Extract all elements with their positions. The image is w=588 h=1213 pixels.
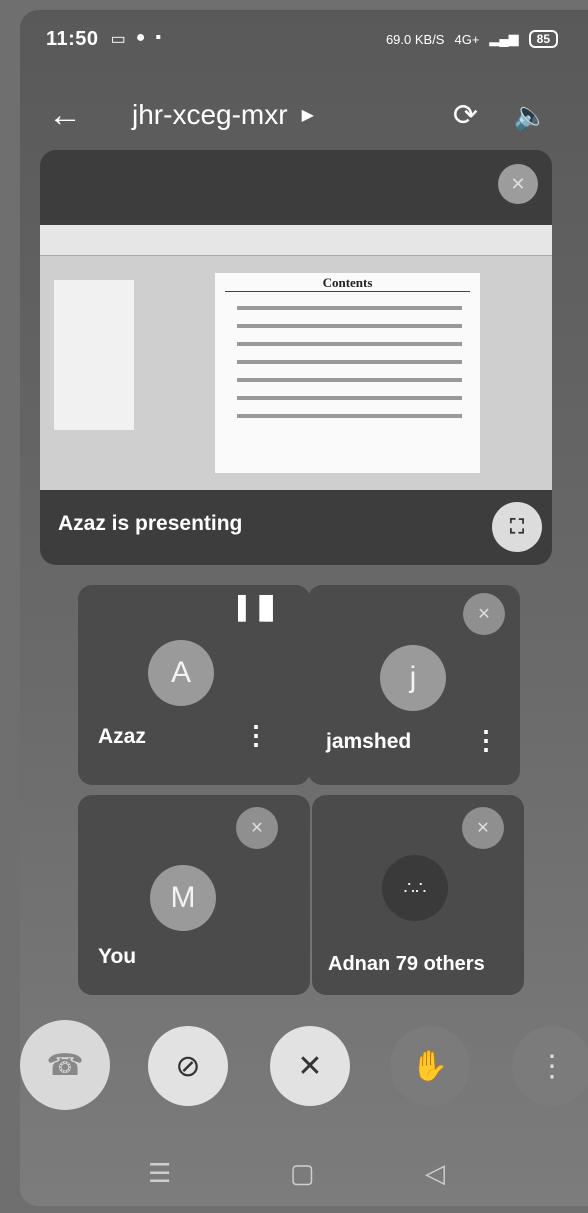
- switch-camera-icon[interactable]: ⟳: [453, 98, 478, 133]
- participant-name: Adnan 79 others: [328, 953, 485, 975]
- more-options-icon[interactable]: ⋮: [473, 725, 499, 756]
- cast-icon: ▭: [110, 31, 126, 48]
- participant-name: jamshed: [326, 730, 412, 753]
- call-controls: ☎ ⊘ ✕ ✋ ⋮: [20, 1020, 588, 1110]
- participant-tile-others[interactable]: ✕ ∴∴ Adnan 79 others: [312, 795, 524, 995]
- back-arrow-icon[interactable]: ←: [48, 96, 82, 135]
- gallery-icon: ▪: [155, 29, 162, 46]
- signal-icon: ▂▄▆: [489, 31, 519, 46]
- speaker-icon[interactable]: 🔈: [513, 99, 548, 132]
- presentation-tile[interactable]: ✕ Contents Azaz is presenting ⛶: [40, 150, 552, 565]
- mic-off-icon: ✕: [463, 593, 505, 635]
- net-speed: 69.0 KB/S: [385, 31, 445, 47]
- avatar: M: [150, 865, 216, 931]
- raise-hand-button[interactable]: ✋: [390, 1026, 470, 1106]
- shared-screen: Contents: [40, 225, 552, 490]
- fullscreen-button[interactable]: ⛶: [492, 502, 542, 552]
- presenting-label: Azaz is presenting: [58, 512, 243, 535]
- more-options-icon[interactable]: ⋮: [243, 720, 269, 751]
- mic-off-button[interactable]: ✕: [270, 1026, 350, 1106]
- end-call-button[interactable]: ☎: [20, 1020, 110, 1110]
- back-icon[interactable]: ◁: [425, 1158, 445, 1189]
- participant-name: Azaz: [98, 725, 146, 748]
- participant-tile-self[interactable]: ✕ M You: [78, 795, 310, 995]
- participant-name: You: [98, 945, 137, 968]
- meeting-code: jhr-xceg-mxr: [132, 99, 288, 130]
- app-menubar: [40, 225, 552, 256]
- group-avatar: ∴∴: [382, 855, 448, 921]
- participant-tile-azaz[interactable]: ▌▐▌ A Azaz ⋮: [78, 585, 310, 785]
- home-icon[interactable]: ▢: [290, 1158, 315, 1189]
- mic-off-icon: ✕: [236, 807, 278, 849]
- avatar: A: [148, 640, 214, 706]
- mic-off-icon: ✕: [498, 164, 538, 204]
- participant-tile-jamshed[interactable]: ✕ j jamshed ⋮: [308, 585, 520, 785]
- mic-off-icon: ✕: [462, 807, 504, 849]
- more-options-button[interactable]: ⋮: [512, 1026, 588, 1106]
- slide-title: Contents: [225, 275, 470, 292]
- recent-apps-icon[interactable]: ☰: [148, 1158, 171, 1189]
- camera-off-button[interactable]: ⊘: [148, 1026, 228, 1106]
- meet-screen: 11:50 ▭ ● ▪ 69.0 KB/S 4G+ ▂▄▆ 85 ← jhr-x…: [20, 10, 588, 1206]
- navigation-pane: [54, 280, 134, 430]
- avatar: j: [380, 645, 446, 711]
- network-type: 4G+: [454, 31, 480, 47]
- speaking-indicator-icon: ▌▐▌: [238, 595, 281, 620]
- chevron-right-icon: ▶: [301, 107, 314, 124]
- meeting-code-button[interactable]: jhr-xceg-mxr ▶: [132, 99, 314, 131]
- top-bar: ← jhr-xceg-mxr ▶ ⟳ 🔈: [20, 85, 588, 145]
- battery-icon: 85: [528, 30, 558, 48]
- status-bar: 11:50 ▭ ● ▪ 69.0 KB/S 4G+ ▂▄▆ 85: [46, 24, 558, 54]
- status-time: 11:50: [46, 27, 99, 50]
- notification-icon: ●: [135, 29, 146, 46]
- system-nav-bar: ☰ ▢ ◁: [20, 1150, 588, 1200]
- document-page: Contents: [215, 273, 480, 473]
